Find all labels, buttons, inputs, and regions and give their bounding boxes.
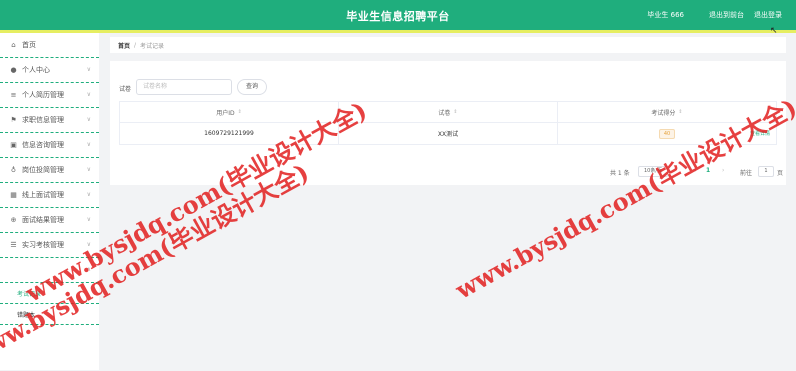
chevron-down-icon: ∨ (86, 141, 91, 148)
search-label: 试卷 (119, 86, 132, 93)
current-page-number[interactable]: 1 (706, 167, 710, 174)
pagination-total: 共 1 条 (610, 170, 630, 177)
chevron-down-icon: ∨ (86, 91, 91, 98)
back-to-front-link[interactable]: 退出到前台 (709, 10, 744, 20)
cell-user-id: 1609729121999 (204, 130, 254, 137)
column-header-label: 考试得分 (651, 109, 676, 117)
logout-link[interactable]: 退出登录 (754, 10, 782, 20)
list-icon: ≡ (10, 91, 17, 99)
sort-icon[interactable]: ⇕ (678, 109, 682, 115)
sidebar-item-resume[interactable]: ≡ 个人简历管理 ∨ (0, 83, 99, 108)
chevron-down-icon: ∨ (86, 166, 91, 173)
grid-icon: ▦ (10, 191, 17, 199)
sliders-icon: ☰ (10, 241, 17, 249)
records-table: 用户ID ⇕ 试卷 ⇕ 考试得分 ⇕ 1609729121999 XX测试 40… (119, 101, 777, 145)
goto-label: 前往 (740, 170, 753, 177)
top-header: 毕业生信息招聘平台 毕业生 666 退出到前台 退出登录 (0, 0, 796, 30)
search-input[interactable]: 试卷名称 (136, 79, 232, 95)
flag-icon: ⚑ (10, 116, 17, 124)
circle-plus-icon: ⊕ (10, 216, 17, 224)
page-size-select[interactable]: 10条/页 (638, 166, 668, 177)
sidebar-item-label: 个人中心 (22, 66, 50, 74)
sidebar-item-exam-management[interactable]: ∧ (0, 258, 99, 283)
sidebar-item-interview-results[interactable]: ⊕ 面试结果管理 ∨ (0, 208, 99, 233)
sort-icon[interactable]: ⇕ (453, 109, 457, 115)
view-detail-link[interactable]: 查看详情 (750, 130, 770, 137)
score-badge: 40 (658, 128, 676, 139)
breadcrumb-current: 考试记录 (140, 42, 165, 50)
prev-page-icon[interactable]: ‹ (694, 167, 696, 174)
column-header-label: 试卷 (438, 109, 451, 117)
sidebar: ⌂ 首页 ● 个人中心 ∨ ≡ 个人简历管理 ∨ ⚑ 求职信息管理 ∨ ▣ 信息… (0, 33, 99, 370)
briefcase-icon: ▣ (10, 141, 17, 149)
sidebar-item-label: 信息咨询管理 (22, 141, 64, 149)
chevron-down-icon: ∨ (86, 191, 91, 198)
sidebar-subitem-exam-records[interactable]: 考试记录 (0, 283, 99, 304)
sidebar-item-personal-center[interactable]: ● 个人中心 ∨ (0, 58, 99, 83)
exam-records-card: 试卷 试卷名称 查询 用户ID ⇕ 试卷 ⇕ 考试得分 ⇕ 1609729121… (110, 61, 786, 185)
next-page-icon[interactable]: › (722, 167, 724, 174)
search-button[interactable]: 查询 (237, 79, 267, 95)
chevron-up-icon: ∧ (86, 266, 91, 273)
sidebar-item-internship[interactable]: ☰ 实习考核管理 ∨ (0, 233, 99, 258)
sidebar-item-label: 岗位投简管理 (22, 166, 64, 174)
sidebar-item-label: 实习考核管理 (22, 241, 64, 249)
goto-page-input[interactable]: 1 (758, 166, 774, 177)
column-header-score[interactable]: 考试得分 ⇕ (557, 102, 776, 122)
column-header-user-id[interactable]: 用户ID ⇕ (120, 102, 338, 122)
current-user: 毕业生 666 (647, 11, 684, 19)
cell-paper: XX测试 (338, 123, 557, 144)
header-accent-strip (0, 30, 796, 33)
cell-score: 40 查看详情 (557, 123, 776, 144)
breadcrumb-home[interactable]: 首页 (118, 41, 130, 50)
sidebar-item-label: 线上面试管理 (22, 191, 64, 199)
table-header-row: 用户ID ⇕ 试卷 ⇕ 考试得分 ⇕ (120, 102, 776, 123)
sidebar-item-label: 求职信息管理 (22, 116, 64, 124)
chevron-down-icon: ∨ (86, 216, 91, 223)
chevron-down-icon: ∨ (86, 116, 91, 123)
sort-icon[interactable]: ⇕ (238, 109, 242, 115)
column-header-label: 用户ID (216, 109, 235, 117)
table-row: 1609729121999 XX测试 40 查看详情 (120, 123, 776, 144)
sidebar-item-online-interview[interactable]: ▦ 线上面试管理 ∨ (0, 183, 99, 208)
mic-icon: ♁ (10, 166, 17, 174)
chevron-down-icon: ∨ (86, 241, 91, 248)
user-icon: ● (10, 66, 17, 74)
column-header-paper[interactable]: 试卷 ⇕ (338, 102, 557, 122)
chevron-down-icon: ∨ (86, 66, 91, 73)
sidebar-item-consulting[interactable]: ▣ 信息咨询管理 ∨ (0, 133, 99, 158)
sidebar-item-applications[interactable]: ♁ 岗位投简管理 ∨ (0, 158, 99, 183)
home-icon: ⌂ (11, 41, 16, 49)
breadcrumb-separator: / (134, 41, 137, 49)
main-content: 首页 / 考试记录 试卷 试卷名称 查询 用户ID ⇕ 试卷 ⇕ 考试得分 ⇕ (110, 37, 786, 185)
sidebar-item-job-seeking[interactable]: ⚑ 求职信息管理 ∨ (0, 108, 99, 133)
pagination: 共 1 条 10条/页 ‹ 1 › 前往 1 页 (610, 166, 784, 178)
sidebar-subitem-wrong-answers[interactable]: 错题本 (0, 304, 99, 325)
sidebar-item-label: 个人简历管理 (22, 91, 64, 99)
sidebar-item-label: 首页 (22, 41, 36, 49)
mouse-cursor-icon: ↖ (770, 26, 778, 36)
breadcrumb: 首页 / 考试记录 (110, 37, 786, 53)
page-unit-label: 页 (777, 170, 784, 177)
sidebar-item-label: 面试结果管理 (22, 216, 64, 224)
sidebar-item-home[interactable]: ⌂ 首页 (0, 33, 99, 58)
